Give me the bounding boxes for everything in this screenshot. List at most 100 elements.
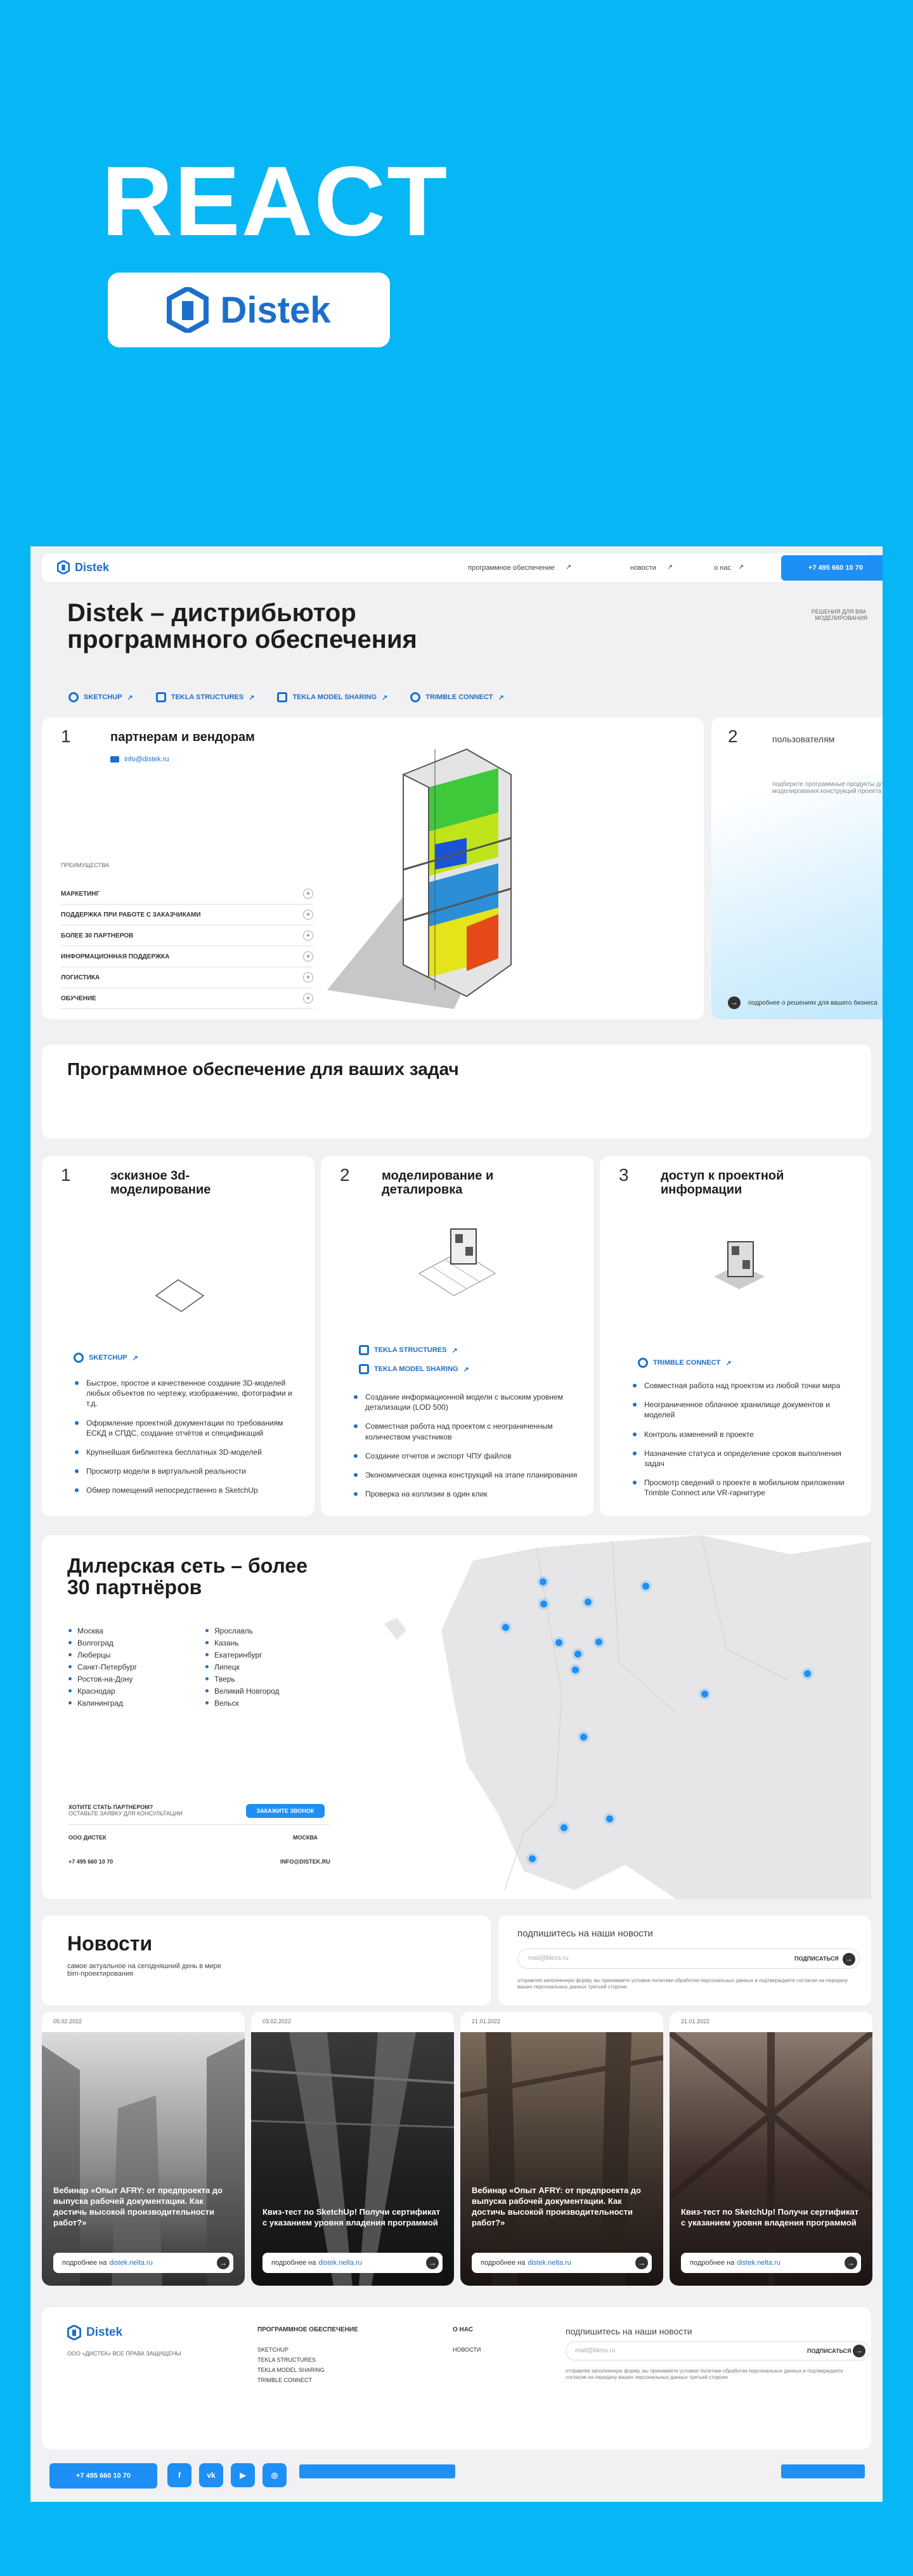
map-pin[interactable]: [804, 1670, 811, 1677]
task-bullets: Быстрое, простое и качественное создание…: [74, 1378, 302, 1505]
dealer-email[interactable]: INFO@DISTEK.RU: [280, 1858, 330, 1865]
footer-link[interactable]: SKETCHUP: [257, 2347, 325, 2353]
map-pin[interactable]: [540, 1578, 547, 1585]
tag-sketchup[interactable]: SKETCHUP ↗: [68, 692, 133, 702]
arrow-right-icon: →: [635, 2257, 648, 2269]
footer-col1-title[interactable]: ПРОГРАММНОЕ ОБЕСПЕЧЕНИЕ: [257, 2326, 358, 2333]
trimble-icon: [410, 692, 421, 702]
order-call-button[interactable]: ЗАКАЖИТЕ ЗВОНОК: [246, 1804, 325, 1818]
news-card[interactable]: 21.01.2022 Вебинар «Опыт AFRY: от предпр…: [460, 2012, 663, 2286]
header-logo-text: Distek: [75, 560, 110, 574]
news-more-link[interactable]: подробнее на distek.nelta.ru →: [53, 2253, 233, 2273]
city-item: Тверь: [205, 1675, 280, 1684]
users-card: 2 пользователям подберите программные пр…: [711, 718, 883, 1019]
tag-tekla-structures[interactable]: TEKLA STRUCTURES ↗: [359, 1345, 469, 1355]
subscribe-button[interactable]: ПОДПИСАТЬСЯ: [794, 1955, 839, 1962]
users-link[interactable]: → подробнее о решениях для вашего бизнес…: [728, 996, 877, 1009]
city-item: Ярославль: [205, 1626, 280, 1635]
nav-about-arrow-icon: ↗: [738, 564, 744, 571]
footer-bar-decor: [299, 2464, 455, 2478]
list-item: Неограниченное облачное хранилище докуме…: [631, 1400, 860, 1420]
task-card-1: 1 эскизное 3d-моделирование SKETCHUP ↗ Б…: [42, 1156, 314, 1516]
map-pin[interactable]: [502, 1624, 509, 1631]
list-item: Экономическая оценка конструкций на этап…: [353, 1470, 581, 1480]
users-title: пользователям: [772, 734, 835, 744]
news-card[interactable]: 05.02.2022 Вебинар «Опыт AFRY: от предпр…: [42, 2012, 245, 2286]
hero-title: Distek – дистрибьютор программного обесп…: [67, 599, 417, 654]
subscribe-input[interactable]: mail@bless.ru: [528, 1955, 569, 1962]
news-card[interactable]: 03.02.2022 Квиз-тест по SketchUp! Получи…: [251, 2012, 454, 2286]
nav-news[interactable]: новости: [630, 564, 656, 572]
facebook-icon[interactable]: f: [167, 2463, 191, 2487]
tag-tekla-structures[interactable]: TEKLA STRUCTURES ↗: [155, 692, 254, 702]
subscribe-field[interactable]: mail@bless.ru ПОДПИСАТЬСЯ →: [517, 1948, 860, 1969]
map-pin[interactable]: [595, 1639, 602, 1645]
instagram-icon[interactable]: ◎: [262, 2463, 287, 2487]
header-phone-button[interactable]: +7 495 660 10 70: [781, 555, 883, 581]
city-item: Великий Новгород: [205, 1687, 280, 1696]
sketchup-icon: [68, 692, 79, 702]
footer-link[interactable]: TEKLA MODEL SHARING: [257, 2367, 325, 2373]
vk-icon[interactable]: vk: [199, 2463, 223, 2487]
footer-link[interactable]: TRIMBLE CONNECT: [257, 2377, 325, 2383]
nav-software[interactable]: программное обеспечение: [468, 564, 555, 572]
arrow-right-icon: →: [728, 996, 741, 1009]
map-pin[interactable]: [529, 1855, 536, 1862]
advantage-item[interactable]: ЛОГИСТИКА +: [61, 967, 313, 988]
advantage-item[interactable]: МАРКЕТИНГ +: [61, 884, 313, 905]
advantage-item[interactable]: ПОДДЕРЖКА ПРИ РАБОТЕ С ЗАКАЗЧИКАМИ +: [61, 905, 313, 925]
footer-consent: отправляя заполненную форму, вы принимае…: [566, 2368, 843, 2381]
youtube-icon[interactable]: ▶: [231, 2463, 255, 2487]
map-pin[interactable]: [540, 1600, 547, 1607]
tag-trimble-connect[interactable]: TRIMBLE CONNECT ↗: [410, 692, 504, 702]
footer-col2-title[interactable]: О НАС: [453, 2326, 473, 2333]
tag-tekla-model-sharing[interactable]: TEKLA MODEL SHARING ↗: [277, 692, 387, 702]
footer-subscribe-input[interactable]: mail@bless.ru: [575, 2347, 616, 2354]
dealer-company: ООО ДИСТЕК: [68, 1834, 107, 1841]
promo-title: REACT: [101, 146, 449, 257]
footer-logo[interactable]: Distek: [67, 2325, 122, 2340]
dealer-phone[interactable]: +7 495 660 10 70: [68, 1858, 113, 1865]
map-pin[interactable]: [701, 1690, 708, 1697]
list-item: Контроль изменений в проекте: [631, 1429, 860, 1439]
list-item: Совместная работа над проектом с неогран…: [353, 1421, 581, 1441]
advantage-item[interactable]: ОБУЧЕНИЕ +: [61, 988, 313, 1009]
footer-link[interactable]: TEKLA STRUCTURES: [257, 2357, 325, 2363]
map-pin[interactable]: [606, 1815, 613, 1822]
partners-email[interactable]: info@distek.ru: [110, 756, 169, 763]
city-item: Люберцы: [68, 1651, 137, 1659]
header-logo[interactable]: Distek: [57, 560, 109, 574]
footer-subscribe-button[interactable]: ПОДПИСАТЬСЯ: [807, 2348, 851, 2354]
news-title: Квиз-тест по SketchUp! Получи сертификат…: [262, 2207, 441, 2228]
news-more-link[interactable]: подробнее на distek.nelta.ru →: [681, 2253, 861, 2273]
tag-tekla-model-sharing[interactable]: TEKLA MODEL SHARING ↗: [359, 1364, 469, 1374]
news-more-link[interactable]: подробнее на distek.nelta.ru →: [472, 2253, 652, 2273]
map-pin[interactable]: [560, 1824, 567, 1831]
nav-about[interactable]: о нас: [714, 564, 731, 572]
footer-phone-button[interactable]: +7 495 660 10 70: [49, 2463, 157, 2489]
map-pin[interactable]: [572, 1666, 579, 1673]
advantage-item[interactable]: БОЛЕЕ 30 ПАРТНЕРОВ +: [61, 925, 313, 946]
footer-subscribe-field[interactable]: mail@bless.ru ПОДПИСАТЬСЯ →: [566, 2341, 870, 2360]
tag-sketchup[interactable]: SKETCHUP ↗: [74, 1353, 138, 1363]
map-pin[interactable]: [642, 1583, 649, 1590]
dealers-title: Дилерская сеть – более 30 партнёров: [67, 1554, 308, 1599]
tag-trimble-connect[interactable]: TRIMBLE CONNECT ↗: [638, 1358, 732, 1368]
promo-logo: Distek: [108, 273, 390, 347]
map-pin[interactable]: [585, 1599, 592, 1606]
news-card[interactable]: 21.01.2022 Квиз-тест по SketchUp! Получи…: [670, 2012, 872, 2286]
task-number: 3: [619, 1165, 629, 1185]
list-item: Проверка на коллизии в один клик: [353, 1489, 581, 1499]
building-model-illustration: [327, 748, 512, 1009]
users-text: подберите программные продукты для модел…: [772, 781, 883, 795]
list-item: Оформление проектной документации по тре…: [74, 1418, 302, 1438]
news-more-link[interactable]: подробнее на distek.nelta.ru →: [262, 2253, 443, 2273]
map-pin[interactable]: [574, 1651, 581, 1658]
map-pin[interactable]: [580, 1734, 587, 1741]
map-pin[interactable]: [555, 1639, 562, 1646]
advantage-item[interactable]: ИНФОРМАЦИОННАЯ ПОДДЕРЖКА +: [61, 946, 313, 967]
distek-logo-icon: [167, 287, 209, 333]
task-title: эскизное 3d-моделирование: [110, 1169, 211, 1197]
city-item: Калининград: [68, 1699, 137, 1708]
footer-link[interactable]: НОВОСТИ: [453, 2347, 481, 2353]
